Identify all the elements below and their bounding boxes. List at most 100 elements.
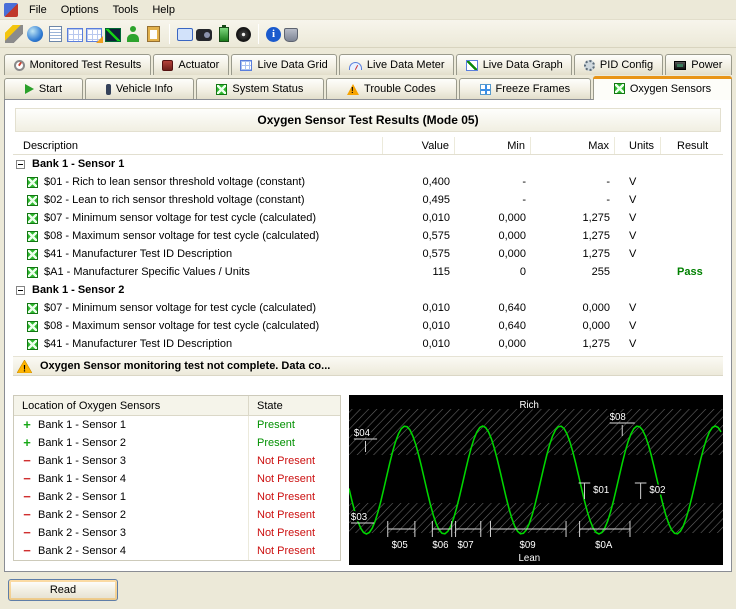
waveform-plot: Rich Lean $04 $08 $03 $05 $06 $07 $09 $0… [349,395,723,565]
test-result-row[interactable]: $02 - Lean to rich sensor threshold volt… [13,191,723,209]
test-units: V [629,212,637,224]
app-window: FileOptionsToolsHelp Monitored Test Resu… [0,0,736,609]
menu-tools[interactable]: Tools [106,2,146,18]
column-value[interactable]: Value [383,137,455,154]
tab-live-data-grid[interactable]: Live Data Grid [230,54,338,75]
sensor-location-row[interactable]: Bank 1 - Sensor 2 Present [14,434,340,452]
grid-edit-icon[interactable] [86,27,103,43]
tab-actuator[interactable]: Actuator [152,54,229,75]
tab-label: Live Data Meter [366,59,445,71]
sensor-location-row[interactable]: Bank 1 - Sensor 3 Not Present [14,452,340,470]
test-result-row[interactable]: $08 - Maximum sensor voltage for test cy… [13,317,723,335]
column-state[interactable]: State [248,396,340,415]
oxygen-sensors-panel: Oxygen Sensor Test Results (Mode 05) Des… [4,99,732,572]
column-result[interactable]: Result [661,137,723,154]
column-units[interactable]: Units [615,137,661,154]
graph-label-09: $09 [520,540,536,551]
tab-power[interactable]: Power [664,54,732,75]
tab-trouble-codes[interactable]: Trouble Codes [326,78,457,99]
test-min: - [522,194,526,206]
sensor-state: Not Present [248,542,340,560]
toolbar-separator [169,23,170,44]
test-value: 0,575 [422,230,450,242]
warning-icon: ! [17,359,32,373]
clipboard-icon[interactable] [147,25,160,42]
device-icon[interactable] [284,27,298,42]
disc-icon[interactable] [236,26,251,42]
menu-options[interactable]: Options [54,2,106,18]
sensor-state: Not Present [248,452,340,470]
graph-label-lean: Lean [519,553,541,564]
sensor-state: Present [248,416,340,434]
test-result-row[interactable]: $08 - Maximum sensor voltage for test cy… [13,227,723,245]
menu-help[interactable]: Help [145,2,182,18]
tab-label: Freeze Frames [495,83,571,95]
tab-system-status[interactable]: System Status [195,78,325,99]
column-location[interactable]: Location of Oxygen Sensors [14,396,248,415]
report-icon[interactable] [49,25,62,42]
tab-pid-config[interactable]: PID Config [574,54,663,75]
sensor-location-row[interactable]: Bank 2 - Sensor 2 Not Present [14,506,340,524]
group-label: Bank 1 - Sensor 2 [32,284,125,296]
tab-live-data-graph[interactable]: Live Data Graph [456,54,573,75]
graph-label-0a: $0A [595,540,613,551]
tab-monitored-test-results[interactable]: Monitored Test Results [4,54,151,75]
test-result-row[interactable]: $41 - Manufacturer Test ID Description 0,… [13,335,723,353]
chart-icon[interactable] [105,27,121,42]
test-result-row[interactable]: $41 - Manufacturer Test ID Description 0,… [13,245,723,263]
globe-icon[interactable] [27,25,43,42]
tab-label: Live Data Graph [482,59,563,71]
test-min: 0,000 [498,230,526,242]
sensor-location-row[interactable]: Bank 1 - Sensor 4 Not Present [14,470,340,488]
test-result-row[interactable]: $01 - Rich to lean sensor threshold volt… [13,173,723,191]
tab-freeze-frames[interactable]: Freeze Frames [458,78,591,99]
collapse-icon[interactable] [16,159,25,169]
sensor-location-row[interactable]: Bank 2 - Sensor 1 Not Present [14,488,340,506]
column-max[interactable]: Max [531,137,615,154]
sensor-test-icon [27,230,38,242]
sensor-location-row[interactable]: Bank 2 - Sensor 4 Not Present [14,542,340,560]
column-min[interactable]: Min [455,137,531,154]
menu-file[interactable]: File [22,2,54,18]
video-icon[interactable] [196,29,212,41]
test-max: 1,275 [582,338,610,350]
tab-oxygen-sensors[interactable]: Oxygen Sensors [592,76,733,100]
test-max: 0,000 [582,302,610,314]
tab-vehicle-info[interactable]: Vehicle Info [84,78,194,99]
gauge-icon [13,59,25,71]
column-description[interactable]: Description [13,137,383,154]
test-value: 0,010 [422,212,450,224]
battery-icon[interactable] [219,25,229,42]
tab-live-data-meter[interactable]: Live Data Meter [339,54,455,75]
sensor-test-icon [27,194,38,206]
connect-icon[interactable] [5,24,23,43]
group-row[interactable]: Bank 1 - Sensor 1 [13,155,723,173]
sensor-location-label: Bank 2 - Sensor 2 [38,509,127,521]
app-icon [4,2,18,17]
group-row[interactable]: Bank 1 - Sensor 2 [13,281,723,299]
test-result-row[interactable]: $07 - Minimum sensor voltage for test cy… [13,209,723,227]
test-value: 0,400 [422,176,450,188]
sensor-test-icon [27,338,38,350]
user-icon[interactable] [126,25,140,42]
sensor-location-row[interactable]: Bank 1 - Sensor 1 Present [14,416,340,434]
sensor-state: Present [248,434,340,452]
test-value: 115 [432,266,450,278]
test-value: 0,010 [422,320,450,332]
test-result-row[interactable]: $07 - Minimum sensor voltage for test cy… [13,299,723,317]
location-rows: Bank 1 - Sensor 1PresentBank 1 - Sensor … [14,416,340,560]
read-button[interactable]: Read [8,579,118,601]
test-value: 0,010 [422,302,450,314]
test-description: $41 - Manufacturer Test ID Description [44,248,233,260]
screen-icon[interactable] [177,28,193,41]
tab-label: Actuator [178,59,220,71]
collapse-icon[interactable] [16,285,25,295]
not-present-icon [22,474,32,484]
tab-start[interactable]: Start [4,78,83,99]
info-icon[interactable] [266,26,281,42]
tab-label: Vehicle Info [115,83,173,95]
sensor-location-row[interactable]: Bank 2 - Sensor 3 Not Present [14,524,340,542]
data-grid-icon[interactable] [67,27,83,42]
test-result-row[interactable]: $A1 - Manufacturer Specific Values / Uni… [13,263,723,281]
